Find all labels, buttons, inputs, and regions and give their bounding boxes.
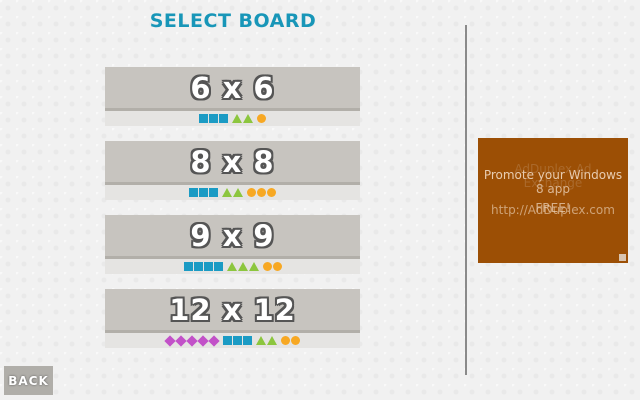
board-list: 6 x 6 8 x 8 9 x 9 12 x 12 — [105, 67, 360, 363]
square-piece-icon — [209, 188, 218, 197]
board-label-panel: 6 x 6 — [105, 67, 360, 111]
board-pieces-preview — [105, 185, 360, 200]
circle-piece-icon — [257, 188, 266, 197]
triangle-group — [256, 336, 277, 345]
square-piece-icon — [203, 262, 213, 271]
board-label-panel: 8 x 8 — [105, 141, 360, 185]
page-title: SELECT BOARD — [149, 10, 317, 32]
diamond-piece-icon — [208, 334, 220, 347]
board-option-8x8[interactable]: 8 x 8 — [105, 141, 360, 200]
ad-overlay-line-1: AdDuplex Ad — [514, 162, 592, 176]
triangle-group — [226, 262, 259, 271]
square-group — [223, 336, 252, 345]
square-piece-icon — [199, 188, 208, 197]
triangle-piece-icon — [226, 262, 237, 271]
square-piece-icon — [223, 336, 232, 345]
board-option-9x9[interactable]: 9 x 9 — [105, 215, 360, 274]
ad-overlay-line-3: FREE! — [535, 201, 571, 215]
circle-group — [262, 262, 282, 271]
triangle-piece-icon — [256, 336, 266, 345]
square-piece-icon — [193, 262, 203, 271]
circle-piece-icon — [272, 262, 282, 271]
triangle-piece-icon — [248, 262, 259, 271]
board-label-panel: 12 x 12 — [105, 289, 360, 333]
square-group — [183, 262, 223, 271]
square-group — [189, 188, 218, 197]
square-piece-icon — [199, 114, 208, 123]
circle-piece-icon — [257, 114, 266, 123]
triangle-group — [232, 114, 253, 123]
circle-piece-icon — [281, 336, 290, 345]
board-size-label: 8 x 8 — [190, 144, 275, 179]
square-piece-icon — [213, 262, 223, 271]
board-pieces-preview — [105, 259, 360, 274]
board-option-6x6[interactable]: 6 x 6 — [105, 67, 360, 126]
board-size-label: 6 x 6 — [190, 70, 275, 105]
ad-overlay-line-2: Exchange — [523, 176, 583, 190]
circle-group — [247, 188, 276, 197]
circle-group — [281, 336, 300, 345]
square-piece-icon — [243, 336, 252, 345]
ad-info-icon[interactable] — [619, 254, 626, 261]
board-size-label: 9 x 9 — [190, 218, 275, 253]
square-group — [199, 114, 228, 123]
triangle-piece-icon — [267, 336, 277, 345]
board-size-label: 12 x 12 — [169, 292, 296, 327]
triangle-piece-icon — [222, 188, 232, 197]
board-label-panel: 9 x 9 — [105, 215, 360, 259]
square-piece-icon — [189, 188, 198, 197]
back-button[interactable]: BACK — [4, 366, 53, 395]
triangle-piece-icon — [233, 188, 243, 197]
circle-piece-icon — [267, 188, 276, 197]
ad-banner[interactable]: Promote your Windows AdDuplex Ad 8 app E… — [478, 138, 628, 263]
circle-group — [257, 114, 266, 123]
square-piece-icon — [209, 114, 218, 123]
board-pieces-preview — [105, 333, 360, 348]
circle-piece-icon — [291, 336, 300, 345]
square-piece-icon — [183, 262, 193, 271]
diamond-group — [164, 334, 220, 347]
triangle-piece-icon — [243, 114, 253, 123]
triangle-piece-icon — [237, 262, 248, 271]
board-option-12x12[interactable]: 12 x 12 — [105, 289, 360, 348]
circle-piece-icon — [247, 188, 256, 197]
square-piece-icon — [233, 336, 242, 345]
circle-piece-icon — [262, 262, 272, 271]
square-piece-icon — [219, 114, 228, 123]
triangle-group — [222, 188, 243, 197]
triangle-piece-icon — [232, 114, 242, 123]
vertical-divider — [465, 25, 467, 375]
board-pieces-preview — [105, 111, 360, 126]
